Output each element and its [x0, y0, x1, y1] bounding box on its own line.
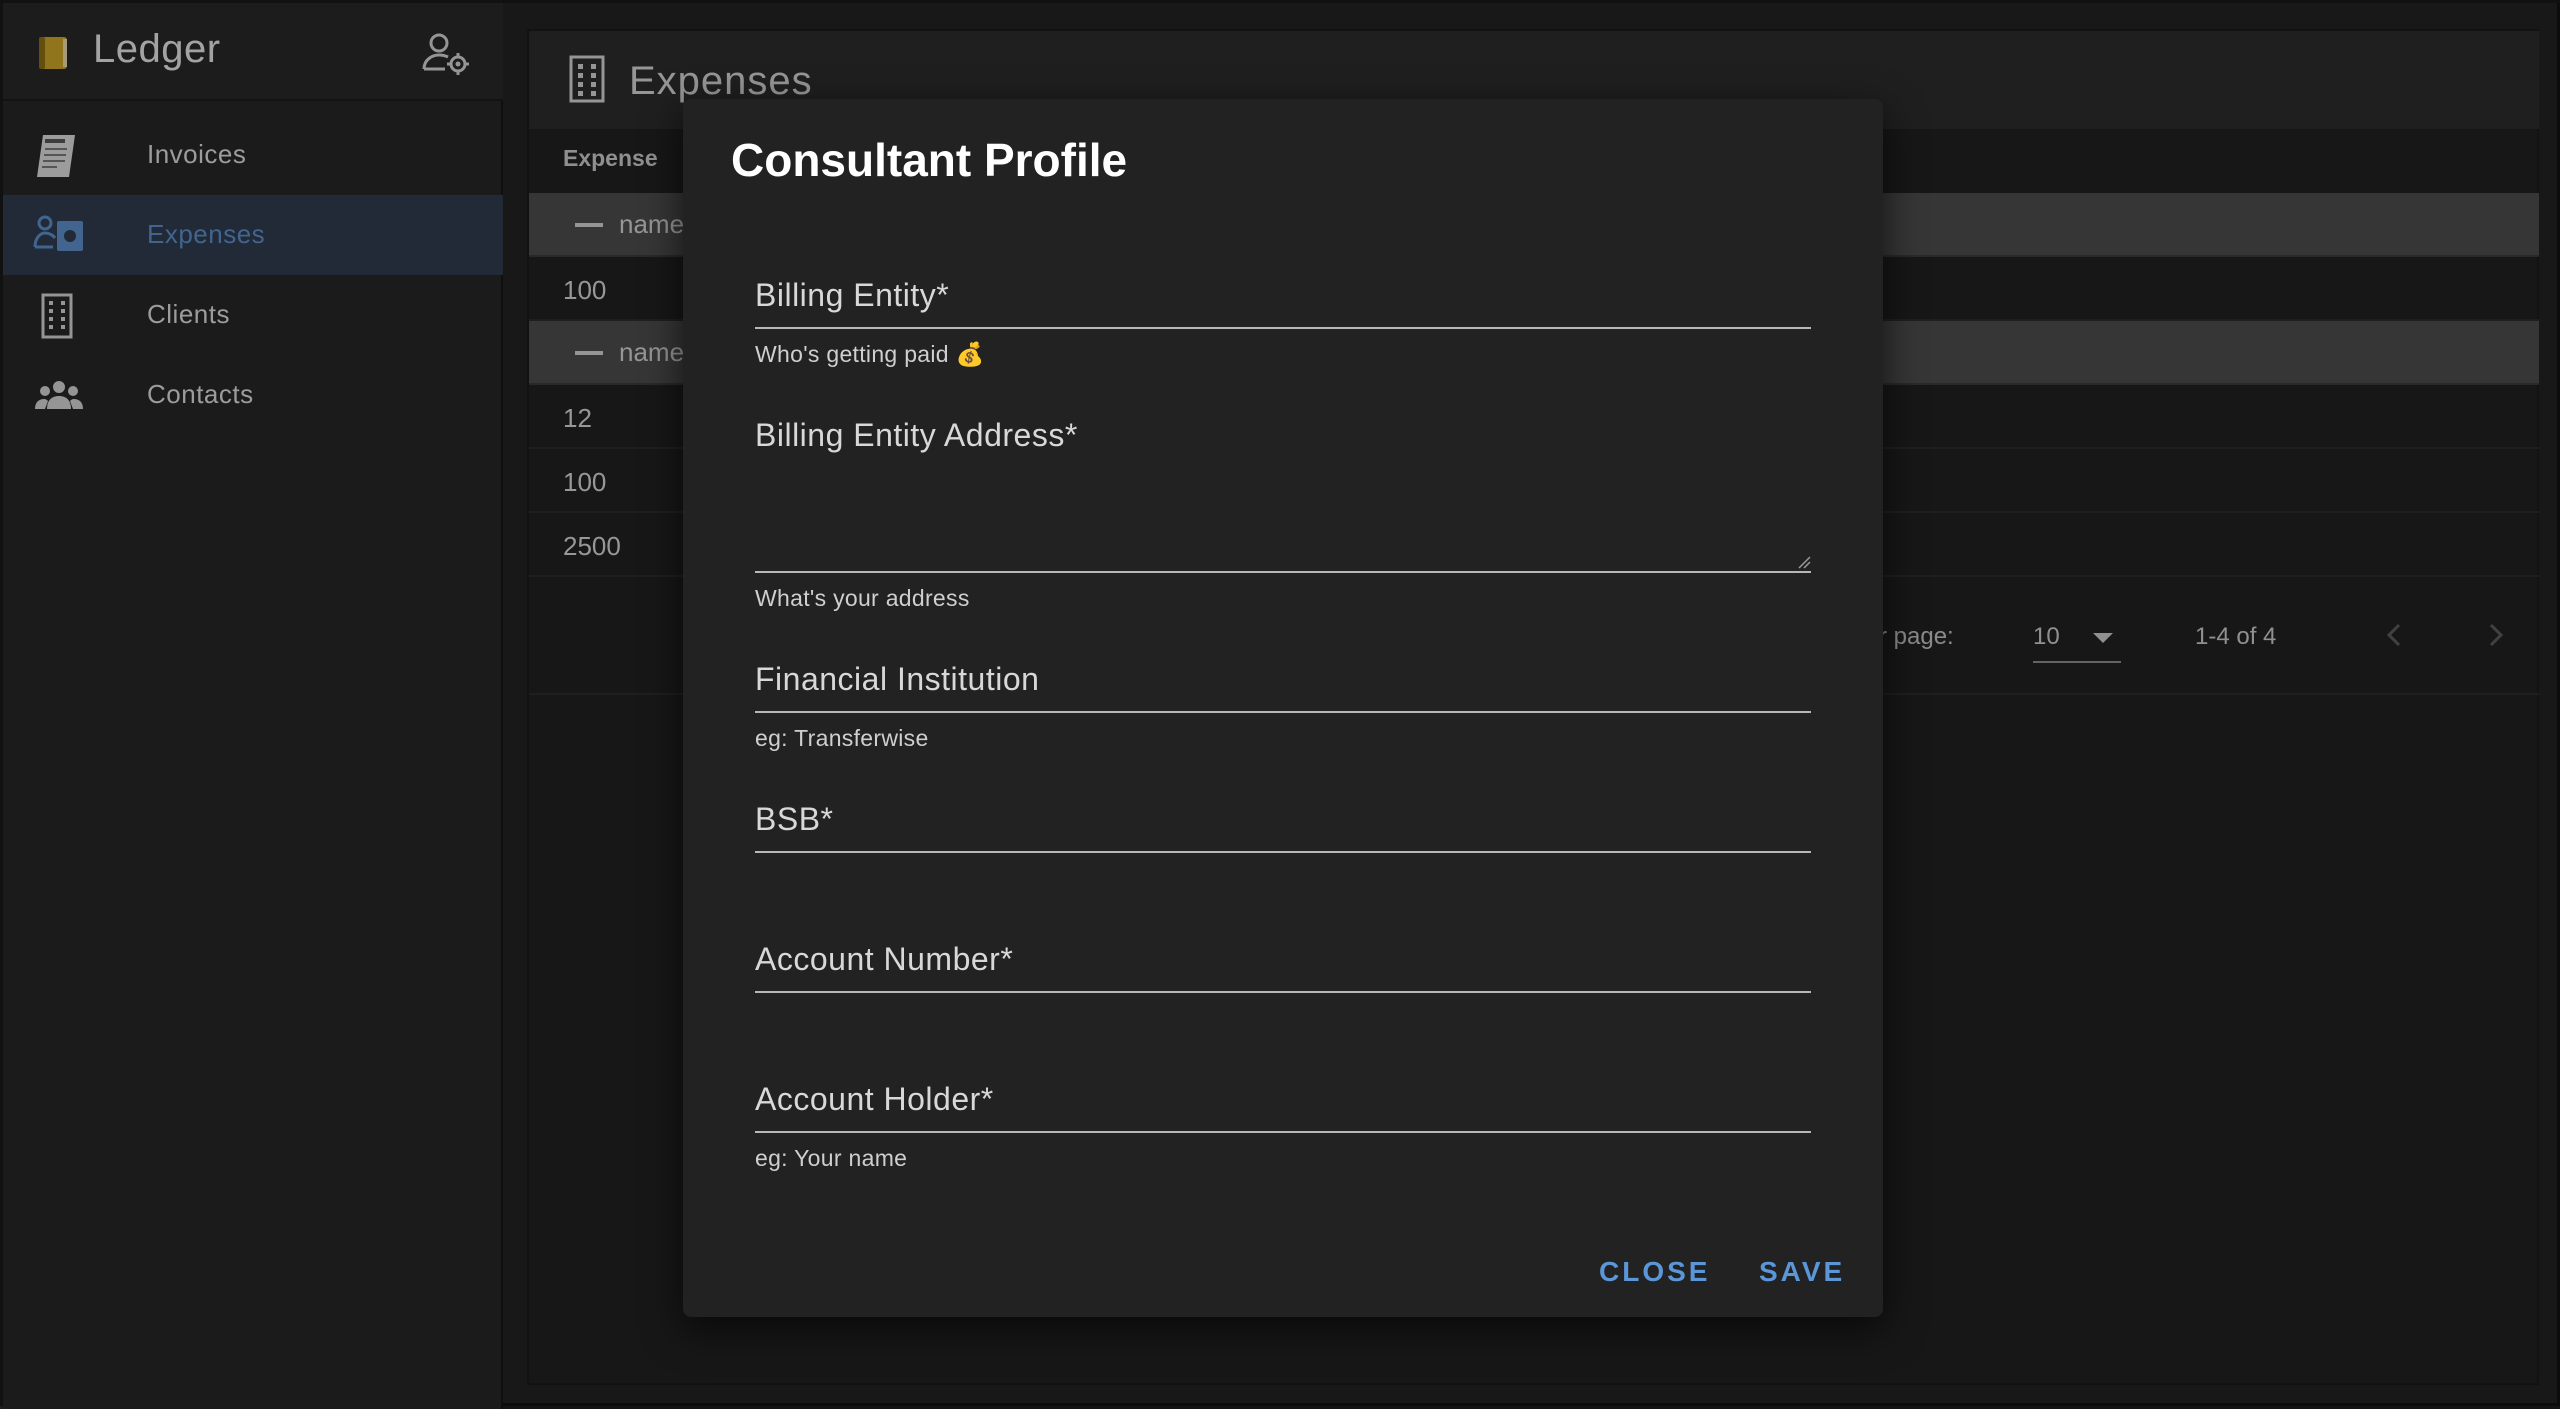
account-holder-field[interactable]: Account Holder* eg: Your name	[755, 1081, 1811, 1201]
field-underline	[755, 711, 1811, 713]
field-label: Billing Entity*	[755, 277, 950, 313]
field-label: Financial Institution	[755, 661, 1040, 697]
billing-entity-field[interactable]: Billing Entity* Who's getting paid 💰	[755, 277, 1811, 437]
field-helper-text: What's your address	[755, 585, 970, 611]
field-underline	[755, 851, 1811, 853]
field-label: Account Holder*	[755, 1081, 994, 1117]
financial-institution-field[interactable]: Financial Institution eg: Transferwise	[755, 661, 1811, 781]
field-label: Account Number*	[755, 941, 1014, 977]
field-label: Billing Entity Address*	[755, 417, 1078, 453]
bsb-field[interactable]: BSB*	[755, 801, 1811, 881]
field-underline	[755, 327, 1811, 329]
resize-grip-icon[interactable]	[1795, 553, 1811, 569]
consultant-profile-dialog: Consultant Profile Billing Entity* Who's…	[683, 99, 1883, 1317]
app-window: Ledger Invoices Expenses Clients Contact…	[0, 0, 2560, 1409]
field-underline	[755, 571, 1811, 573]
field-helper-text: Who's getting paid 💰	[755, 341, 985, 367]
save-button[interactable]: SAVE	[1759, 1247, 1845, 1297]
close-button[interactable]: CLOSE	[1599, 1247, 1710, 1297]
field-underline	[755, 991, 1811, 993]
billing-entity-address-field[interactable]: Billing Entity Address* What's your addr…	[755, 417, 1811, 617]
field-helper-text: eg: Your name	[755, 1145, 908, 1171]
dialog-title: Consultant Profile	[731, 134, 1128, 186]
account-number-field[interactable]: Account Number*	[755, 941, 1811, 1021]
field-label: BSB*	[755, 801, 834, 837]
field-helper-text: eg: Transferwise	[755, 725, 929, 751]
dialog-actions: CLOSE SAVE	[1599, 1247, 1859, 1297]
field-underline	[755, 1131, 1811, 1133]
